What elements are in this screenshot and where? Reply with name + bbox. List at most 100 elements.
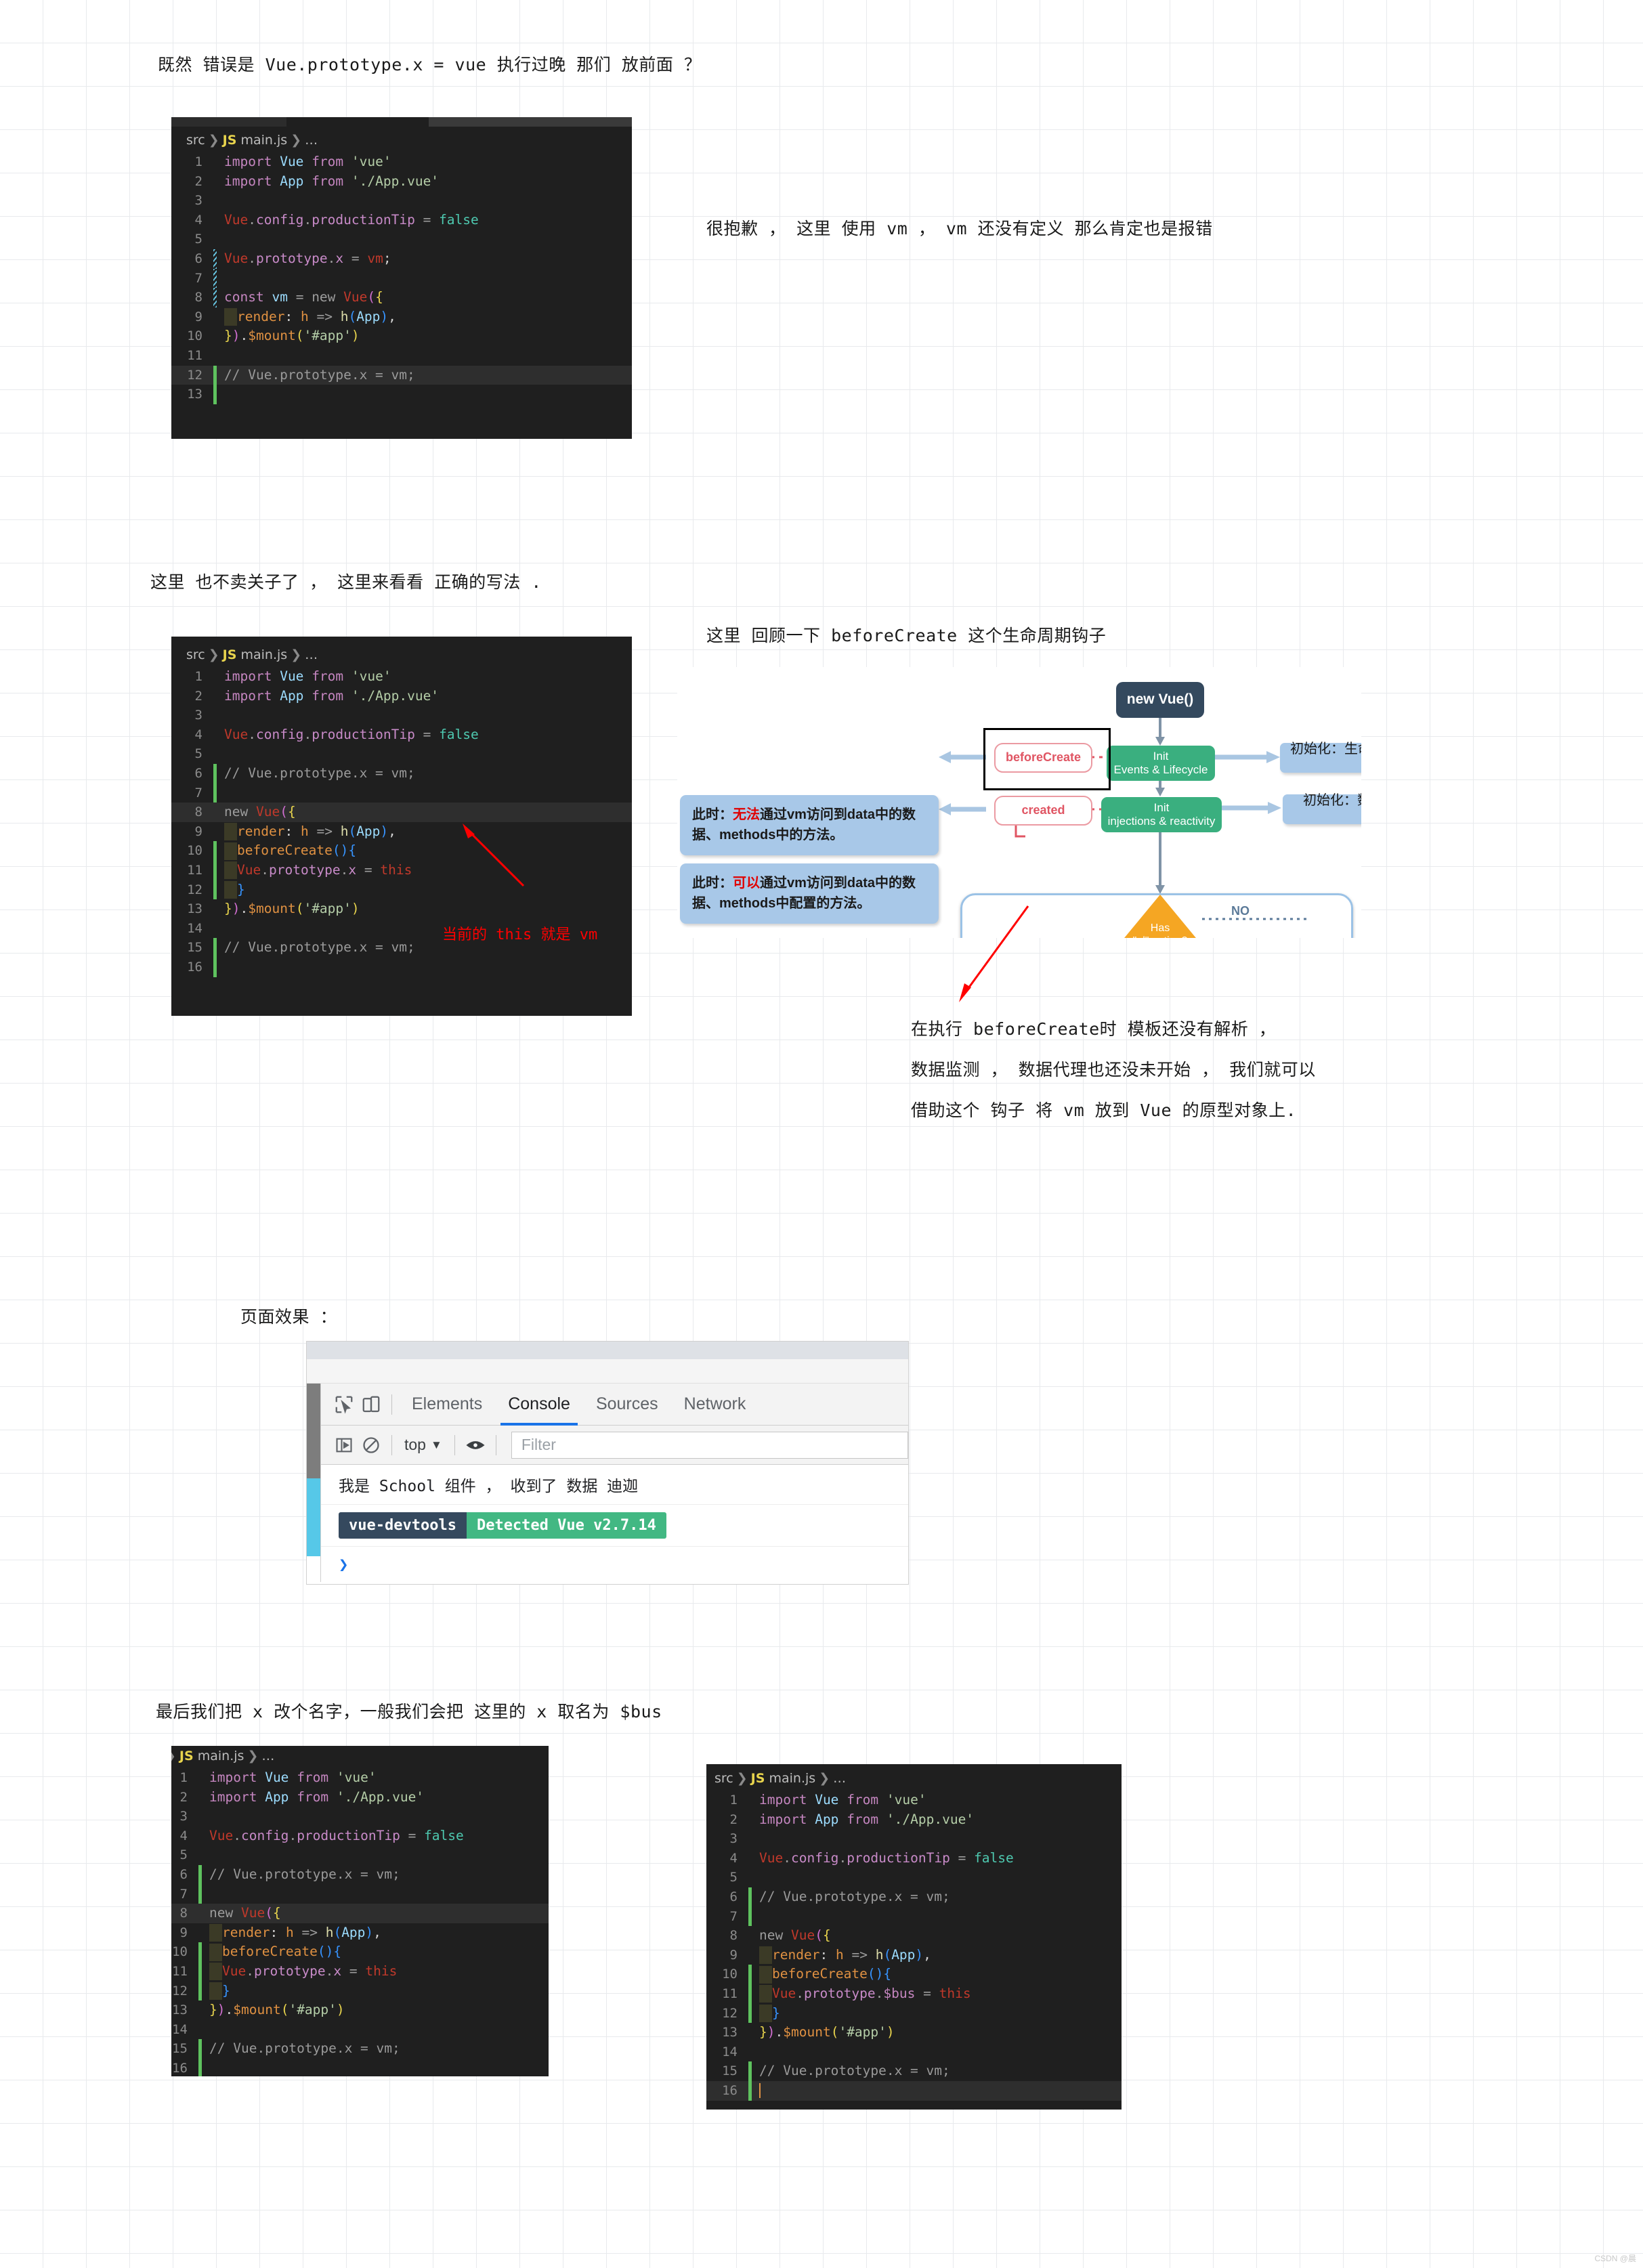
code-line[interactable]: 1 import Vue from 'vue' [171,152,632,172]
code-line[interactable]: 9 render: h => h(App), [171,822,632,842]
code-line[interactable]: 13 [171,385,632,404]
code-line[interactable]: 14 [171,2020,549,2040]
code-line[interactable]: 12} [706,2003,1122,2024]
code-line[interactable]: 8 const vm = new Vue({ [171,288,632,307]
code-line[interactable]: 14 [706,2042,1122,2062]
code-line[interactable]: 9 render: h => h(App), [171,307,632,327]
code-line[interactable]: 4 Vue.config.productionTip = false [171,1826,549,1846]
console-input-prompt[interactable]: ❯ [321,1547,908,1582]
code-line[interactable]: 9 render: h => h(App), [706,1946,1122,1965]
code-line[interactable]: 9 render: h => h(App), [171,1923,549,1943]
code-line[interactable]: 10 beforeCreate(){ [706,1965,1122,1984]
console-context-selector[interactable]: top ▼ [399,1436,448,1454]
line-number: 16 [722,2082,738,2098]
code-line[interactable]: 2 import App from './App.vue' [171,1788,549,1807]
change-gutter-marker [748,1926,752,1946]
change-gutter-marker [213,841,217,861]
code-line[interactable]: 5 [171,1845,549,1865]
code-line[interactable]: 1 import Vue from 'vue' [171,1768,549,1788]
code-line[interactable]: 3 [171,1807,549,1826]
code-text: const vm = new Vue({ [224,289,383,305]
code-line[interactable]: 13}).$mount('#app') [171,2000,549,2020]
code-line[interactable]: 3 [171,706,632,725]
code-line[interactable]: 11 [171,346,632,366]
console-sidebar-toggle-icon[interactable] [330,1432,358,1459]
code-line[interactable]: 11 Vue.prototype.$bus = this [706,1984,1122,2004]
change-gutter-marker [198,1923,202,1943]
code-text: new Vue({ [759,1927,831,1944]
code-line[interactable]: 16 [171,957,632,977]
change-gutter-marker [213,365,217,385]
change-gutter-marker [198,1981,202,2001]
code-line[interactable]: 2 import App from './App.vue' [171,172,632,192]
clear-console-icon[interactable] [358,1432,385,1459]
tab-network[interactable]: Network [671,1384,759,1426]
code-lines-1[interactable]: 1 import Vue from 'vue' 2 import App from '… [171,152,632,404]
editor-breadcrumb-4: src ❯ JS main.js ❯… [714,1771,847,1786]
init-events-line1: Init [1153,749,1169,763]
breadcrumb-root: src [714,1771,733,1786]
code-line[interactable]: 8 new Vue({ [171,1904,549,1923]
diagram-node-init-injections: Init injections & reactivity [1101,797,1222,832]
intro-paragraph-1: 既然 错误是 Vue.prototype.x = vue 执行过晚 那们 放前面… [158,55,702,74]
code-line[interactable]: 3 [171,191,632,211]
code-line[interactable]: 7 [706,1906,1122,1927]
code-line[interactable]: 4 Vue.config.productionTip = false [171,725,632,745]
code-line[interactable]: 12} [171,880,632,900]
line-number: 7 [179,1886,188,1902]
code-line[interactable]: 12 // Vue.prototype.x = vm; [171,365,632,385]
code-line[interactable]: 11 Vue.prototype.x = this [171,1961,549,1982]
code-line[interactable]: 16 [171,2058,549,2076]
code-line[interactable]: 13}).$mount('#app') [171,899,632,919]
code-line[interactable]: 4 Vue.config.productionTip = false [706,1849,1122,1868]
code-line[interactable]: 2 import App from './App.vue' [171,687,632,706]
code-lines-4[interactable]: 1 import Vue from 'vue' 2 import App from '… [706,1791,1122,2101]
code-line[interactable]: 10 beforeCreate(){ [171,1942,549,1962]
code-line[interactable]: 6 Vue.prototype.x = vm; [171,249,632,269]
code-line[interactable]: 6 // Vue.prototype.x = vm; [171,763,632,784]
line-number: 9 [729,1947,738,1963]
code-line[interactable]: 1 import Vue from 'vue' [706,1791,1122,1810]
code-line[interactable]: 6 // Vue.prototype.x = vm; [171,1864,549,1885]
code-line[interactable]: 10}).$mount('#app') [171,326,632,346]
code-line[interactable]: 1 import Vue from 'vue' [171,667,632,687]
code-line[interactable]: 4 Vue.config.productionTip = false [171,211,632,230]
code-line[interactable]: 7 [171,268,632,288]
change-gutter-marker [213,763,217,784]
console-filter-input[interactable]: Filter [511,1431,908,1459]
code-text: beforeCreate(){ [759,1965,891,1984]
code-line[interactable]: 8 new Vue({ [171,803,632,822]
tab-console[interactable]: Console [495,1384,583,1426]
live-expression-eye-icon[interactable] [462,1432,489,1459]
code-line[interactable]: 7 [171,1884,549,1904]
code-line[interactable]: 10 beforeCreate(){ [171,841,632,861]
explain-line-1: 在执行 beforeCreate时 模板还没有解析 ， [911,1019,1277,1039]
line-number: 13 [187,901,202,917]
code-line[interactable]: 3 [706,1829,1122,1849]
tab-elements[interactable]: Elements [399,1384,495,1426]
code-line[interactable]: 15 // Vue.prototype.x = vm; [706,2061,1122,2081]
code-line[interactable]: 7 [171,783,632,803]
code-line[interactable]: 8 new Vue({ [706,1926,1122,1946]
change-gutter-marker [748,1965,752,1984]
line-number: 1 [194,154,202,169]
editor-tab-active[interactable] [286,117,429,127]
code-text: beforeCreate(){ [209,1942,341,1962]
code-line[interactable]: 15 // Vue.prototype.x = vm; [171,2039,549,2059]
code-line[interactable]: 12} [171,1981,549,2001]
code-line[interactable]: 2 import App from './App.vue' [706,1810,1122,1830]
change-gutter-marker [213,725,217,745]
code-line[interactable]: 13}).$mount('#app') [706,2023,1122,2042]
inspect-element-icon[interactable] [330,1391,358,1418]
code-line[interactable]: 16 [706,2080,1122,2101]
tab-sources[interactable]: Sources [583,1384,671,1426]
code-line[interactable]: 5 [706,1868,1122,1887]
code-line[interactable]: 11 Vue.prototype.x = this [171,860,632,880]
code-line[interactable]: 5 [171,230,632,249]
code-line[interactable]: 5 [171,744,632,764]
change-gutter-marker [213,706,217,725]
toggle-device-toolbar-icon[interactable] [358,1391,385,1418]
code-lines-3[interactable]: 1 import Vue from 'vue' 2 import App from '… [171,1768,549,2076]
code-line[interactable]: 6 // Vue.prototype.x = vm; [706,1887,1122,1907]
line-number: 2 [194,173,202,189]
